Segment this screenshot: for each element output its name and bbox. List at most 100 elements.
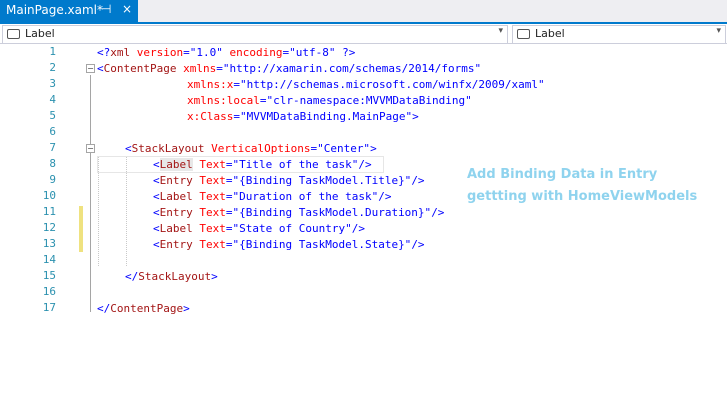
line-number: 15 <box>42 269 56 282</box>
code-token-punctuation: < <box>153 158 160 171</box>
code-token-punctuation: "Center" <box>317 142 371 155</box>
code-token-punctuation: < <box>153 190 160 203</box>
code-token-punctuation: /> <box>351 222 365 235</box>
code-line-12: <Label Text="State of Country"/> <box>153 221 365 237</box>
line-number-gutter: 1 2 3 4 5 6 7 8 9 10 11 12 13 14 15 16 1… <box>0 44 64 408</box>
line-number: 3 <box>49 77 56 90</box>
code-line-4: xmlns:local="clr-namespace:MVVMDataBindi… <box>187 93 472 109</box>
code-token-punctuation: = <box>225 222 233 235</box>
line-number: 13 <box>42 237 56 250</box>
code-line-2: <ContentPage xmlns="http://xamarin.com/s… <box>97 61 481 77</box>
code-token-punctuation: = <box>216 62 223 75</box>
code-token-element-name: ContentPage <box>110 302 184 315</box>
code-token-element-name: Entry <box>159 206 193 219</box>
code-token-punctuation: "http://xamarin.com/schemas/2014/forms" <box>222 62 482 75</box>
tab-mainpage-xaml[interactable]: MainPage.xaml* ⊣ × <box>0 0 138 22</box>
code-token-attribute-name: VerticalOptions <box>211 142 311 155</box>
line-number: 17 <box>42 301 56 314</box>
pin-icon[interactable]: ⊣ <box>101 2 111 16</box>
annotation-line-1: Add Binding Data in Entry <box>467 167 658 182</box>
code-token-attribute-name: xmlns:x <box>187 78 234 91</box>
code-token-punctuation: <? <box>97 46 111 59</box>
code-token-attribute-name: encoding <box>229 46 283 59</box>
code-line-13: <Entry Text="{Binding TaskModel.State}"/… <box>153 237 425 253</box>
line-number: 9 <box>49 173 56 186</box>
code-token-attribute-name: Text <box>199 206 226 219</box>
annotation-line-2: gettting with HomeViewModels <box>467 189 698 204</box>
code-line-5: x:Class="MVVMDataBinding.MainPage"> <box>187 109 419 125</box>
code-token-attribute-name: Text <box>199 190 226 203</box>
code-token-punctuation: /> <box>411 174 425 187</box>
code-token-punctuation: < <box>153 238 160 251</box>
code-token-element-name: ContentPage <box>103 62 177 75</box>
code-token-punctuation: "{Binding TaskModel.Title}" <box>232 174 412 187</box>
code-token-element-name: xml <box>110 46 131 59</box>
code-token-punctuation: "Duration of the task" <box>232 190 379 203</box>
code-token-punctuation: =" <box>183 46 197 59</box>
code-token-element-name: StackLayout <box>138 270 212 283</box>
code-token-punctuation: < <box>153 222 160 235</box>
code-token-punctuation: = <box>225 206 233 219</box>
code-line-17: </ContentPage> <box>97 301 190 317</box>
code-token-punctuation: </ <box>97 302 111 315</box>
code-token-punctuation: > <box>211 270 218 283</box>
chevron-down-icon: ▾ <box>498 26 503 36</box>
navigation-bar: Label ▾ Label ▾ <box>0 24 727 44</box>
member-dropdown-label: Label <box>535 27 565 40</box>
code-token-punctuation: 1.0 <box>196 46 217 59</box>
type-dropdown[interactable]: Label ▾ <box>2 25 508 44</box>
code-token-element-name: StackLayout <box>131 142 205 155</box>
element-icon <box>7 29 20 39</box>
code-token-punctuation: "http://schemas.microsoft.com/winfx/2009… <box>239 78 545 91</box>
code-token-attribute-name: Text <box>199 222 226 235</box>
code-token-punctuation: "{Binding TaskModel.State}" <box>232 238 412 251</box>
code-token-element-name: Label <box>159 158 193 171</box>
code-token-punctuation: /> <box>358 158 372 171</box>
code-token-punctuation: = <box>233 110 240 123</box>
code-token-element-name: Entry <box>159 238 193 251</box>
code-line-3: xmlns:x="http://schemas.microsoft.com/wi… <box>187 77 545 93</box>
code-token-attribute-name: xmlns <box>183 62 217 75</box>
type-dropdown-label: Label <box>25 27 55 40</box>
code-token-attribute-name: Text <box>199 174 226 187</box>
code-token-punctuation: < <box>125 142 132 155</box>
code-token-punctuation: < <box>153 206 160 219</box>
collapse-icon[interactable]: − <box>86 144 95 153</box>
code-token-punctuation: /> <box>378 190 392 203</box>
code-token-punctuation: = <box>233 78 240 91</box>
member-dropdown[interactable]: Label ▾ <box>512 25 726 44</box>
line-number: 2 <box>49 61 56 74</box>
code-token-punctuation: "clr-namespace:MVVMDataBinding" <box>266 94 472 107</box>
tab-title: MainPage.xaml* <box>6 3 103 17</box>
close-icon[interactable]: × <box>122 2 132 16</box>
code-token-punctuation: < <box>153 174 160 187</box>
code-token-punctuation: = <box>225 190 233 203</box>
line-number: 4 <box>49 93 56 106</box>
line-number: 6 <box>49 125 56 138</box>
code-token-punctuation: > <box>370 142 377 155</box>
code-line-10: <Label Text="Duration of the task"/> <box>153 189 391 205</box>
code-token-punctuation: /> <box>431 206 445 219</box>
line-number: 12 <box>42 221 56 234</box>
line-number: 5 <box>49 109 56 122</box>
collapse-icon[interactable]: − <box>86 64 95 73</box>
code-line-11: <Entry Text="{Binding TaskModel.Duration… <box>153 205 444 221</box>
code-token-punctuation: < <box>97 62 104 75</box>
line-number: 14 <box>42 253 56 266</box>
line-number: 11 <box>42 205 56 218</box>
code-line-9: <Entry Text="{Binding TaskModel.Title}"/… <box>153 173 425 189</box>
tab-strip: MainPage.xaml* ⊣ × <box>0 0 727 22</box>
code-token-element-name: Entry <box>159 174 193 187</box>
line-number: 7 <box>49 141 56 154</box>
line-number: 8 <box>49 157 56 170</box>
code-token-punctuation: " <box>216 46 223 59</box>
code-editor[interactable]: 1 2 3 4 5 6 7 8 9 10 11 12 13 14 15 16 1… <box>0 44 727 408</box>
code-token-punctuation: > <box>183 302 190 315</box>
code-token-punctuation: "{Binding TaskModel.Duration}" <box>232 206 432 219</box>
outline-line <box>90 75 91 312</box>
code-token-punctuation: </ <box>125 270 139 283</box>
code-token-whitespace <box>130 46 137 59</box>
code-token-punctuation: utf-8 <box>295 46 329 59</box>
code-token-punctuation: "MVVMDataBinding.MainPage" <box>239 110 413 123</box>
code-token-punctuation: =" <box>282 46 296 59</box>
